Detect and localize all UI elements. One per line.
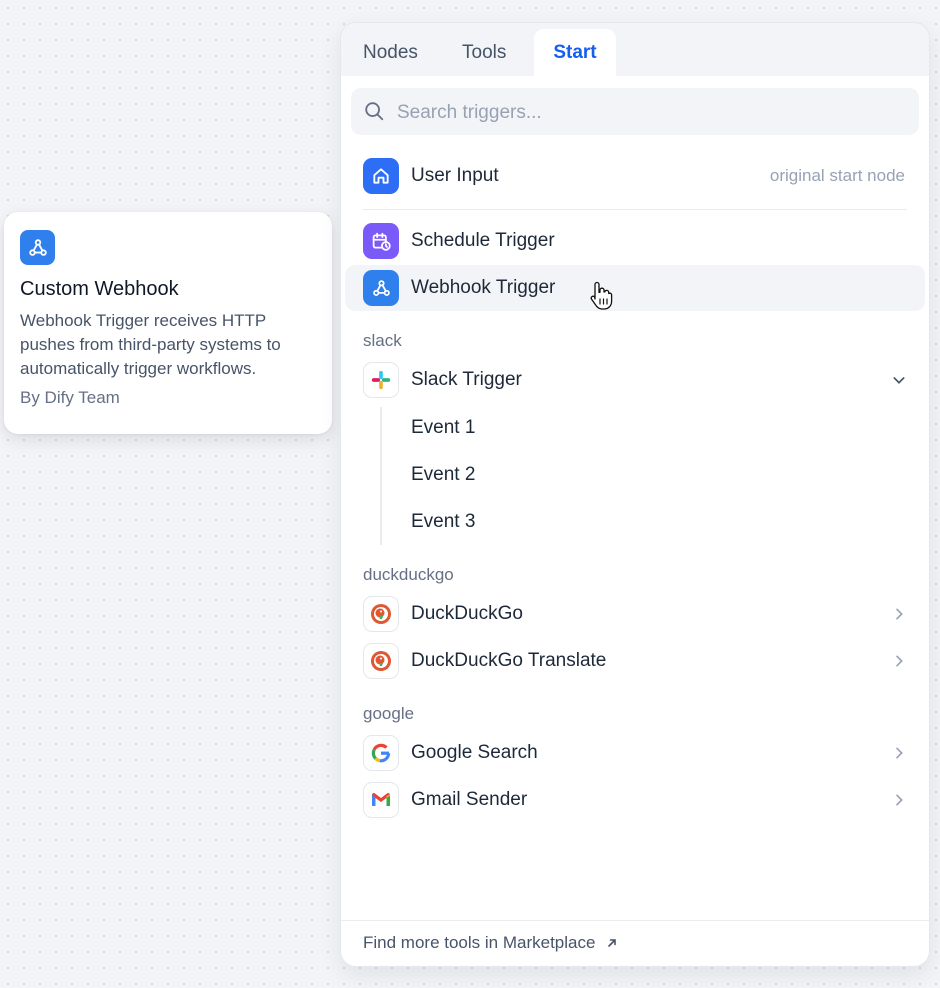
tab-start[interactable]: Start xyxy=(534,29,616,76)
webhook-icon xyxy=(363,270,399,306)
chevron-down-icon[interactable] xyxy=(891,372,907,393)
user-input-item[interactable]: User Input original start node xyxy=(345,153,925,199)
block-selector-panel: Nodes Tools Start User Input original st… xyxy=(340,22,930,967)
card-description: Webhook Trigger receives HTTP pushes fro… xyxy=(20,311,281,378)
slack-icon xyxy=(363,362,399,398)
gmail-icon xyxy=(363,782,399,818)
tab-bar: Nodes Tools Start xyxy=(341,23,929,76)
event-tree-line xyxy=(380,407,382,545)
chevron-right-icon xyxy=(891,653,907,674)
group-label-duckduckgo: duckduckgo xyxy=(363,565,454,584)
slack-trigger-label: Slack Trigger xyxy=(411,369,522,390)
tab-tools[interactable]: Tools xyxy=(446,29,522,76)
chevron-right-icon xyxy=(891,745,907,766)
node-info-card: Custom Webhook Webhook Trigger receives … xyxy=(4,212,332,434)
google-search-label: Google Search xyxy=(411,742,538,763)
chevron-right-icon xyxy=(891,792,907,813)
search-input[interactable] xyxy=(395,88,899,137)
marketplace-link-label: Find more tools in Marketplace xyxy=(363,933,596,952)
user-input-hint: original start node xyxy=(769,166,905,185)
tab-nodes[interactable]: Nodes xyxy=(347,29,434,76)
schedule-trigger-item[interactable]: Schedule Trigger xyxy=(345,218,925,264)
calendar-clock-icon xyxy=(363,223,399,259)
google-icon xyxy=(363,735,399,771)
duckduckgo-label: DuckDuckGo xyxy=(411,603,523,624)
webhook-trigger-label: Webhook Trigger xyxy=(411,277,556,298)
duckduckgo-translate-label: DuckDuckGo Translate xyxy=(411,650,607,671)
search-icon xyxy=(363,100,385,127)
duckduckgo-icon xyxy=(363,643,399,679)
card-title: Custom Webhook xyxy=(20,278,179,300)
user-input-label: User Input xyxy=(411,165,499,186)
webhook-icon xyxy=(20,230,55,265)
group-label-google: google xyxy=(363,704,415,723)
chevron-right-icon xyxy=(891,606,907,627)
gmail-sender-item[interactable]: Gmail Sender xyxy=(345,777,925,823)
divider xyxy=(363,209,907,210)
duckduckgo-icon xyxy=(363,596,399,632)
slack-trigger-item[interactable]: Slack Trigger xyxy=(345,357,925,403)
slack-event-item[interactable]: Event 3 xyxy=(411,499,475,545)
group-label-slack: slack xyxy=(363,331,402,350)
google-search-item[interactable]: Google Search xyxy=(345,730,925,776)
duckduckgo-translate-item[interactable]: DuckDuckGo Translate xyxy=(345,638,925,684)
hand-cursor-icon xyxy=(588,280,614,315)
slack-event-item[interactable]: Event 1 xyxy=(411,405,475,451)
search-box xyxy=(351,88,919,137)
duckduckgo-item[interactable]: DuckDuckGo xyxy=(345,591,925,637)
external-arrow-icon xyxy=(606,922,618,966)
slack-event-item[interactable]: Event 2 xyxy=(411,452,475,498)
schedule-trigger-label: Schedule Trigger xyxy=(411,230,555,251)
card-author: By Dify Team xyxy=(20,388,120,407)
webhook-trigger-item[interactable]: Webhook Trigger xyxy=(345,265,925,311)
marketplace-link[interactable]: Find more tools in Marketplace xyxy=(341,920,929,966)
home-icon xyxy=(363,158,399,194)
gmail-sender-label: Gmail Sender xyxy=(411,789,528,810)
